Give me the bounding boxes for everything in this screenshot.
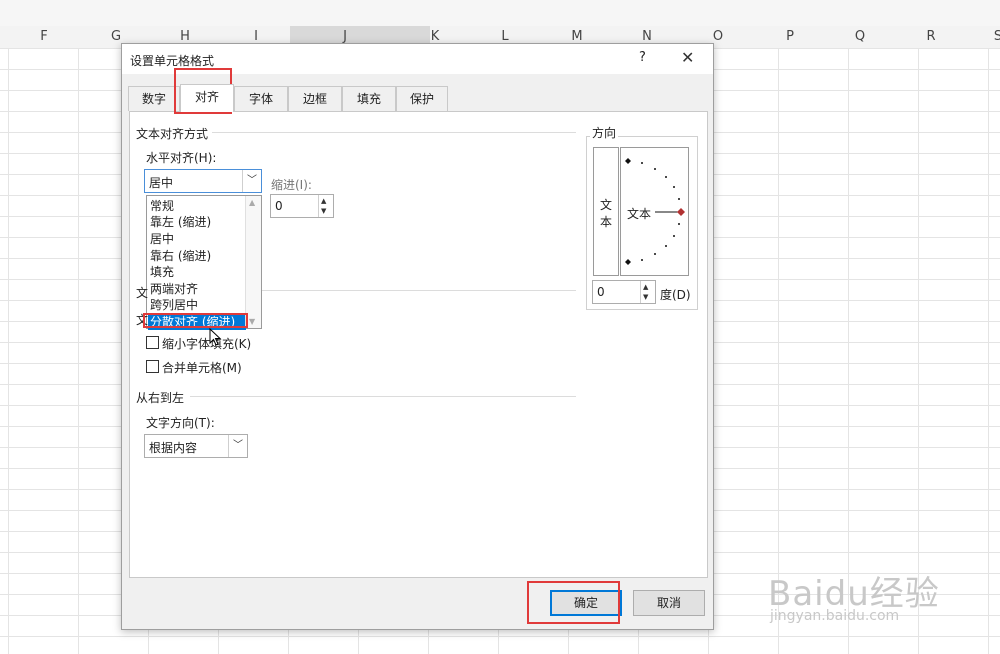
indent-spin-buttons[interactable]: ▲ ▼ [318,195,333,217]
column-header-g[interactable]: G [86,29,146,44]
tab-alignment[interactable]: 对齐 [180,84,234,112]
tab-number[interactable]: 数字 [128,86,180,111]
list-scrollbar[interactable]: ▲ ▼ [245,196,261,328]
degree-stepper[interactable]: 0 ▲ ▼ [592,280,656,304]
merge-cells-checkbox[interactable] [146,360,159,373]
text-direction-value: 根据内容 [149,441,198,455]
text-alignment-section-title: 文本对齐方式 [136,127,209,141]
annotation-box-option [143,313,248,328]
close-icon[interactable]: ✕ [681,48,694,67]
watermark-url: jingyan.baidu.com [770,608,900,624]
text-direction-select[interactable]: 根据内容 ﹀ [144,434,248,458]
column-header-p[interactable]: P [760,29,820,44]
column-header-r[interactable]: R [901,29,961,44]
column-header-l[interactable]: L [475,29,535,44]
section-divider [262,290,576,291]
list-item[interactable]: 靠左 (缩进) [150,213,211,230]
shrink-to-fit-label: 缩小字体填充(K) [162,337,252,351]
shrink-to-fit-checkbox[interactable] [146,336,159,349]
merge-cells-label: 合并单元格(M) [162,361,242,375]
list-item[interactable]: 跨列居中 [150,296,198,313]
column-header-k[interactable]: K [405,29,465,44]
spin-up-icon[interactable]: ▲ [321,197,326,205]
list-item[interactable]: 靠右 (缩进) [150,247,211,264]
rtl-section-title: 从右到左 [136,391,185,405]
degree-label: 度(D) [660,288,691,302]
horizontal-align-value: 居中 [149,176,174,190]
column-header-o[interactable]: O [688,29,748,44]
dial-text: 文本 [627,207,652,221]
degree-spin-buttons[interactable]: ▲ ▼ [640,281,655,303]
degree-value: 0 [597,285,605,299]
ribbon-strip [0,0,1000,27]
list-item[interactable]: 常规 [150,197,174,214]
column-header-j[interactable]: J [315,29,375,44]
section-divider [212,132,576,133]
chevron-up-icon[interactable]: ▲ [249,198,255,207]
indent-stepper[interactable]: 0 ▲ ▼ [270,194,334,218]
help-icon[interactable]: ? [639,50,646,65]
chevron-down-icon[interactable]: ﹀ [228,435,247,457]
text-control-section-title-partial: 文 [136,286,149,300]
horizontal-align-dropdown-list[interactable]: 常规 靠左 (缩进) 居中 靠右 (缩进) 填充 两端对齐 跨列居中 分散对齐 … [146,195,262,330]
dialog-title: 设置单元格格式 [130,54,215,68]
horizontal-align-select[interactable]: 居中 ﹀ [144,169,262,193]
spin-down-icon[interactable]: ▼ [643,293,648,301]
column-header-n[interactable]: N [617,29,677,44]
annotation-box-ok [527,581,620,624]
spin-up-icon[interactable]: ▲ [643,283,648,291]
indent-value: 0 [275,199,283,213]
chevron-down-icon[interactable]: ▼ [249,317,255,326]
column-header-q[interactable]: Q [830,29,890,44]
text-direction-label: 文字方向(T): [146,416,215,430]
section-divider [190,396,576,397]
list-item[interactable]: 填充 [150,263,174,280]
vertical-char: 本 [600,215,613,229]
tab-fill[interactable]: 填充 [342,86,396,111]
orientation-section-title: 方向 [590,124,619,141]
indent-label: 缩进(I): [271,178,312,192]
orientation-dial[interactable]: 文本 [620,147,689,276]
tab-protection[interactable]: 保护 [396,86,448,111]
tab-border[interactable]: 边框 [288,86,342,111]
column-header-m[interactable]: M [547,29,607,44]
column-header-i[interactable]: I [226,29,286,44]
vertical-char: 文 [600,198,613,212]
list-item[interactable]: 两端对齐 [150,280,198,297]
tab-font[interactable]: 字体 [234,86,288,111]
mouse-cursor-icon [209,328,222,346]
spin-down-icon[interactable]: ▼ [321,207,326,215]
horizontal-align-label: 水平对齐(H): [146,151,217,165]
column-header-f[interactable]: F [14,29,74,44]
column-header-h[interactable]: H [155,29,215,44]
column-header-s[interactable]: S [968,29,1000,44]
vertical-text-toggle[interactable]: 文 本 [593,147,619,276]
cancel-button[interactable]: 取消 [633,590,705,616]
chevron-down-icon[interactable]: ﹀ [242,170,261,192]
list-item[interactable]: 居中 [150,230,174,247]
